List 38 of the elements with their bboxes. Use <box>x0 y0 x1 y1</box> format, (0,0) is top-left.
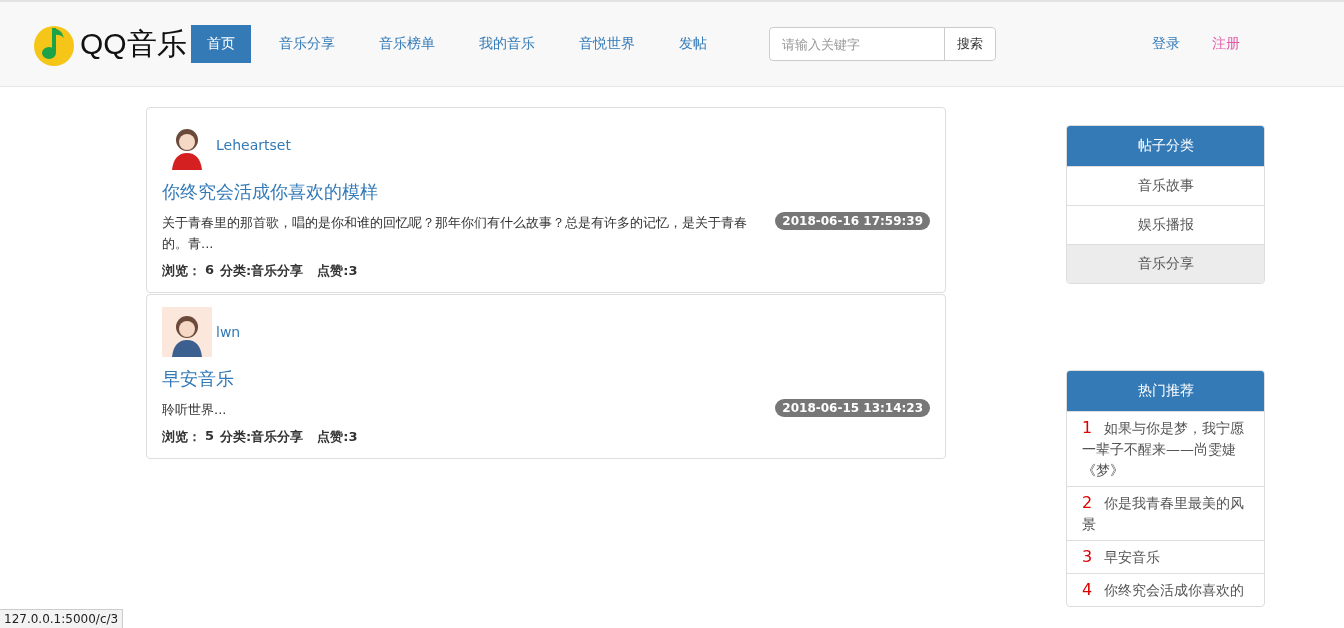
post-title[interactable]: 你终究会活成你喜欢的模样 <box>162 180 930 204</box>
brand-logo[interactable]: QQ音乐 <box>32 22 187 66</box>
views-label: 浏览： <box>162 262 201 280</box>
hot-item[interactable]: 3 早安音乐 <box>1067 540 1264 573</box>
like-count: 点赞:3 <box>317 262 358 280</box>
login-link[interactable]: 登录 <box>1151 35 1180 53</box>
nav-link[interactable]: 我的音乐 <box>462 25 551 63</box>
hot-item[interactable]: 2 你是我青春里最美的风景 <box>1067 486 1264 540</box>
time-badge: 2018-06-15 13:14:23 <box>775 399 930 417</box>
nav-link[interactable]: 音乐分享 <box>262 25 351 63</box>
nav-link[interactable]: 发帖 <box>662 25 723 63</box>
post-title[interactable]: 早安音乐 <box>162 367 930 391</box>
hot-item[interactable]: 4 你终究会活成你喜欢的 <box>1067 573 1264 606</box>
panel-title: 热门推荐 <box>1067 371 1264 411</box>
post-category: 分类:音乐分享 <box>220 262 304 280</box>
status-url: 127.0.0.1:5000/c/3 <box>0 609 124 628</box>
category-item[interactable]: 音乐故事 <box>1067 166 1264 205</box>
author-link[interactable]: lwn <box>216 324 241 340</box>
hot-item[interactable]: 1 如果与你是梦，我宁愿一辈子不醒来——尚雯婕《梦》 <box>1067 411 1264 486</box>
post-category: 分类:音乐分享 <box>220 428 304 446</box>
post-excerpt: 关于青春里的那首歌，唱的是你和谁的回忆呢？那年你们有什么故事？总是有许多的记忆，是关于青春的。青... <box>162 214 748 253</box>
like-count: 点赞:3 <box>317 428 358 446</box>
nav-link[interactable]: 首页 <box>190 25 251 63</box>
nav-link[interactable]: 音乐榜单 <box>362 25 451 63</box>
register-link[interactable]: 注册 <box>1211 35 1240 53</box>
search-button[interactable]: 搜索 <box>943 28 995 60</box>
views-label: 浏览： <box>162 428 201 446</box>
category-item[interactable]: 音乐分享 <box>1067 244 1264 283</box>
nav-link[interactable]: 音悦世界 <box>562 25 651 63</box>
post-excerpt: 聆听世界... <box>162 401 228 419</box>
view-count: 5 <box>205 428 215 445</box>
brand-name: QQ音乐 <box>80 25 187 62</box>
panel-title: 帖子分类 <box>1067 126 1264 166</box>
author-link[interactable]: Leheartset <box>216 137 291 153</box>
avatar-icon <box>162 307 212 357</box>
time-badge: 2018-06-16 17:59:39 <box>775 212 930 230</box>
search-field[interactable]: 请输入关键字 搜索 <box>768 27 996 61</box>
view-count: 6 <box>205 262 215 279</box>
